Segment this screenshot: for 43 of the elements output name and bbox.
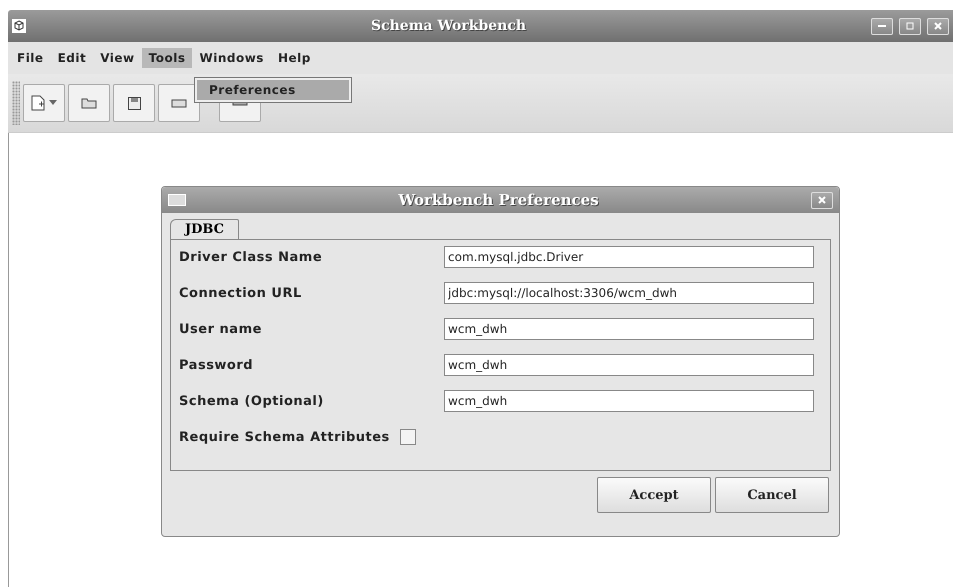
cube-icon — [12, 19, 26, 33]
field-label: Password — [179, 358, 254, 372]
menu-item[interactable]: Tools — [142, 48, 192, 68]
minimize-icon — [878, 25, 886, 27]
accept-button[interactable]: Accept — [597, 477, 711, 513]
new-file-icon — [31, 95, 45, 111]
checkbox[interactable] — [400, 429, 416, 445]
close-button[interactable] — [811, 192, 833, 208]
folder-icon — [81, 97, 97, 109]
tab[interactable]: JDBC — [170, 219, 239, 239]
open-button[interactable] — [68, 84, 110, 122]
menu-entry[interactable]: Preferences — [197, 80, 349, 100]
close-button[interactable] — [927, 18, 949, 34]
input-field[interactable]: com.mysql.jdbc.Driver — [444, 246, 814, 268]
input-field[interactable]: jdbc:mysql://localhost:3306/wcm_dwh — [444, 282, 814, 304]
menu-item[interactable]: Help — [270, 48, 318, 68]
field-label: Connection URL — [179, 286, 303, 300]
input-field[interactable]: wcm_dwh — [444, 318, 814, 340]
menu-item[interactable]: File — [10, 48, 51, 68]
rectangle-icon — [171, 97, 187, 109]
input-field[interactable]: wcm_dwh — [444, 390, 814, 412]
caret-icon — [49, 100, 57, 106]
maximize-icon — [905, 21, 915, 31]
field-label: Require Schema Attributes — [179, 430, 390, 444]
save-button[interactable] — [113, 84, 155, 122]
menu-item[interactable]: View — [93, 48, 142, 68]
close-icon — [933, 21, 943, 31]
window-icon — [168, 194, 186, 206]
field-label: Schema (Optional) — [179, 394, 325, 408]
grip-icon[interactable] — [12, 81, 20, 125]
cancel-button[interactable]: Cancel — [715, 477, 829, 513]
maximize-button[interactable] — [899, 18, 921, 34]
menu-item[interactable]: Windows — [192, 48, 271, 68]
toolbar-button[interactable] — [158, 84, 200, 122]
minimize-button[interactable] — [871, 18, 893, 34]
close-icon — [817, 195, 827, 205]
window-title: Schema Workbench — [370, 18, 528, 34]
input-field[interactable]: wcm_dwh — [444, 354, 814, 376]
dialog-title: Workbench Preferences — [397, 191, 600, 209]
new-file-button[interactable] — [23, 84, 65, 122]
field-label: Driver Class Name — [179, 250, 324, 264]
field-label: User name — [179, 322, 263, 336]
menu-item[interactable]: Edit — [50, 48, 94, 68]
